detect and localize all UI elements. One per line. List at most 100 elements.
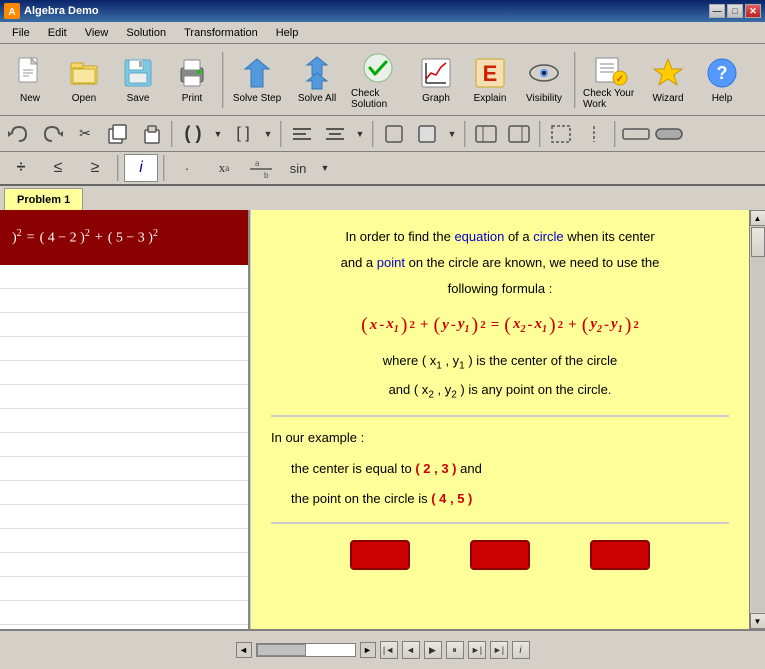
fraction-button[interactable]: ab: [244, 154, 278, 182]
media-play-button[interactable]: ▶: [424, 641, 442, 659]
explain-button[interactable]: E Explain: [464, 48, 516, 112]
menu-solution[interactable]: Solution: [118, 23, 174, 43]
print-label: Print: [182, 93, 203, 104]
box-button-2[interactable]: [412, 120, 442, 148]
problem-1-tab[interactable]: Problem 1: [4, 188, 83, 210]
bracket-button[interactable]: [ ]: [228, 120, 258, 148]
scroll-up-button[interactable]: ▲: [750, 210, 765, 226]
point-word: point: [377, 255, 405, 270]
align-left-button[interactable]: [287, 120, 317, 148]
paste-button[interactable]: [136, 120, 166, 148]
dropdown-arrow-1[interactable]: ▼: [211, 120, 225, 148]
scissors-button[interactable]: ✂: [70, 120, 100, 148]
bottom-btn-3[interactable]: [590, 540, 650, 570]
less-equal-button[interactable]: ≤: [41, 154, 75, 182]
dropdown-arrow-4[interactable]: ▼: [445, 120, 459, 148]
wizard-button[interactable]: Wizard: [642, 48, 694, 112]
media-pause-button[interactable]: ⏸: [446, 641, 464, 659]
line-4: [0, 337, 248, 361]
eq-plus: +: [95, 230, 103, 246]
copy-button[interactable]: [103, 120, 133, 148]
scroll-right-button[interactable]: ►: [360, 642, 376, 658]
bottom-btn-2[interactable]: [470, 540, 530, 570]
dropdown-arrow-2[interactable]: ▼: [261, 120, 275, 148]
media-start-button[interactable]: |◄: [380, 641, 398, 659]
sin-button[interactable]: sin: [281, 154, 315, 182]
equation-text: )2 = ( 4 − 2 )2 + ( 5 − 3 )2: [12, 228, 158, 247]
explanation-para2: and a point on the circle are known, we …: [271, 252, 729, 274]
new-icon: [12, 55, 48, 91]
bottom-btn-1[interactable]: [350, 540, 410, 570]
explanation-panel: In order to find the equation of a circl…: [250, 210, 749, 629]
box-button-1[interactable]: [379, 120, 409, 148]
save-icon: [120, 55, 156, 91]
where-desc-2: and ( x2 , y2 ) is any point on the circ…: [271, 379, 729, 404]
check-your-work-button[interactable]: ✓ Check Your Work: [580, 48, 640, 112]
eq-equals: =: [27, 230, 35, 246]
close-button[interactable]: ✕: [745, 4, 761, 18]
menu-edit[interactable]: Edit: [40, 23, 75, 43]
minimize-button[interactable]: —: [709, 4, 725, 18]
toolbar-secondary: ✂ ( ) ▼ [ ] ▼ ▼ ▼: [0, 116, 765, 152]
solve-step-label: Solve Step: [233, 93, 281, 104]
svg-text:E: E: [483, 61, 498, 86]
solve-step-button[interactable]: Solve Step: [228, 48, 286, 112]
info-button[interactable]: i: [124, 154, 158, 182]
print-button[interactable]: Print: [166, 48, 218, 112]
align-center-button[interactable]: [320, 120, 350, 148]
horizontal-scrollbar[interactable]: [256, 643, 356, 657]
media-prev-button[interactable]: ◄: [402, 641, 420, 659]
graph-button[interactable]: Graph: [410, 48, 462, 112]
check-your-work-label: Check Your Work: [583, 88, 637, 110]
line-btn-2[interactable]: [654, 120, 684, 148]
save-button[interactable]: Save: [112, 48, 164, 112]
border-btn-1[interactable]: [546, 120, 576, 148]
visibility-button[interactable]: Visibility: [518, 48, 570, 112]
h-scroll-thumb[interactable]: [257, 644, 306, 656]
maximize-button[interactable]: □: [727, 4, 743, 18]
window-controls: — □ ✕: [709, 4, 761, 18]
shape-btn-2[interactable]: [504, 120, 534, 148]
divide-button[interactable]: ÷: [4, 154, 38, 182]
scroll-track[interactable]: [751, 227, 765, 612]
formula-y1: y1: [458, 312, 470, 338]
sin-dropdown[interactable]: ▼: [318, 154, 332, 182]
line-8: [0, 433, 248, 457]
menu-view[interactable]: View: [77, 23, 117, 43]
help-button[interactable]: ? Help: [696, 48, 748, 112]
line-7: [0, 409, 248, 433]
media-end-button[interactable]: ►|: [490, 641, 508, 659]
paren-button[interactable]: ( ): [178, 120, 208, 148]
new-button[interactable]: New: [4, 48, 56, 112]
scroll-left-button[interactable]: ◄: [236, 642, 252, 658]
tb2-sep-2: [280, 121, 282, 147]
dropdown-arrow-3[interactable]: ▼: [353, 120, 367, 148]
media-info-button[interactable]: i: [512, 641, 530, 659]
greater-equal-button[interactable]: ≥: [78, 154, 112, 182]
subscript-x-button[interactable]: xa: [207, 154, 241, 182]
formula-open-paren-4: (: [582, 308, 589, 342]
divider-2: [271, 522, 729, 524]
solve-all-button[interactable]: Solve All: [288, 48, 346, 112]
border-btn-2[interactable]: [579, 120, 609, 148]
menu-file[interactable]: File: [4, 23, 38, 43]
formula-sq-2: 2: [480, 316, 486, 335]
line-btn-1[interactable]: [621, 120, 651, 148]
check-solution-button[interactable]: Check Solution: [348, 48, 408, 112]
scroll-down-button[interactable]: ▼: [750, 613, 765, 629]
status-bar: ◄ ► |◄ ◄ ▶ ⏸ ►| ►| i: [0, 629, 765, 669]
open-button[interactable]: Open: [58, 48, 110, 112]
line-2: [0, 289, 248, 313]
menu-help[interactable]: Help: [268, 23, 307, 43]
formula-close-paren-2: ): [472, 308, 479, 342]
redo-button[interactable]: [37, 120, 67, 148]
undo-button[interactable]: [4, 120, 34, 148]
shape-btn-1[interactable]: [471, 120, 501, 148]
menu-transformation[interactable]: Transformation: [176, 23, 266, 43]
multiply-button[interactable]: ·: [170, 154, 204, 182]
svg-text:✓: ✓: [616, 74, 624, 85]
scroll-thumb[interactable]: [751, 227, 765, 257]
explain-label: Explain: [474, 93, 507, 104]
save-label: Save: [127, 93, 150, 104]
media-next-button[interactable]: ►|: [468, 641, 486, 659]
